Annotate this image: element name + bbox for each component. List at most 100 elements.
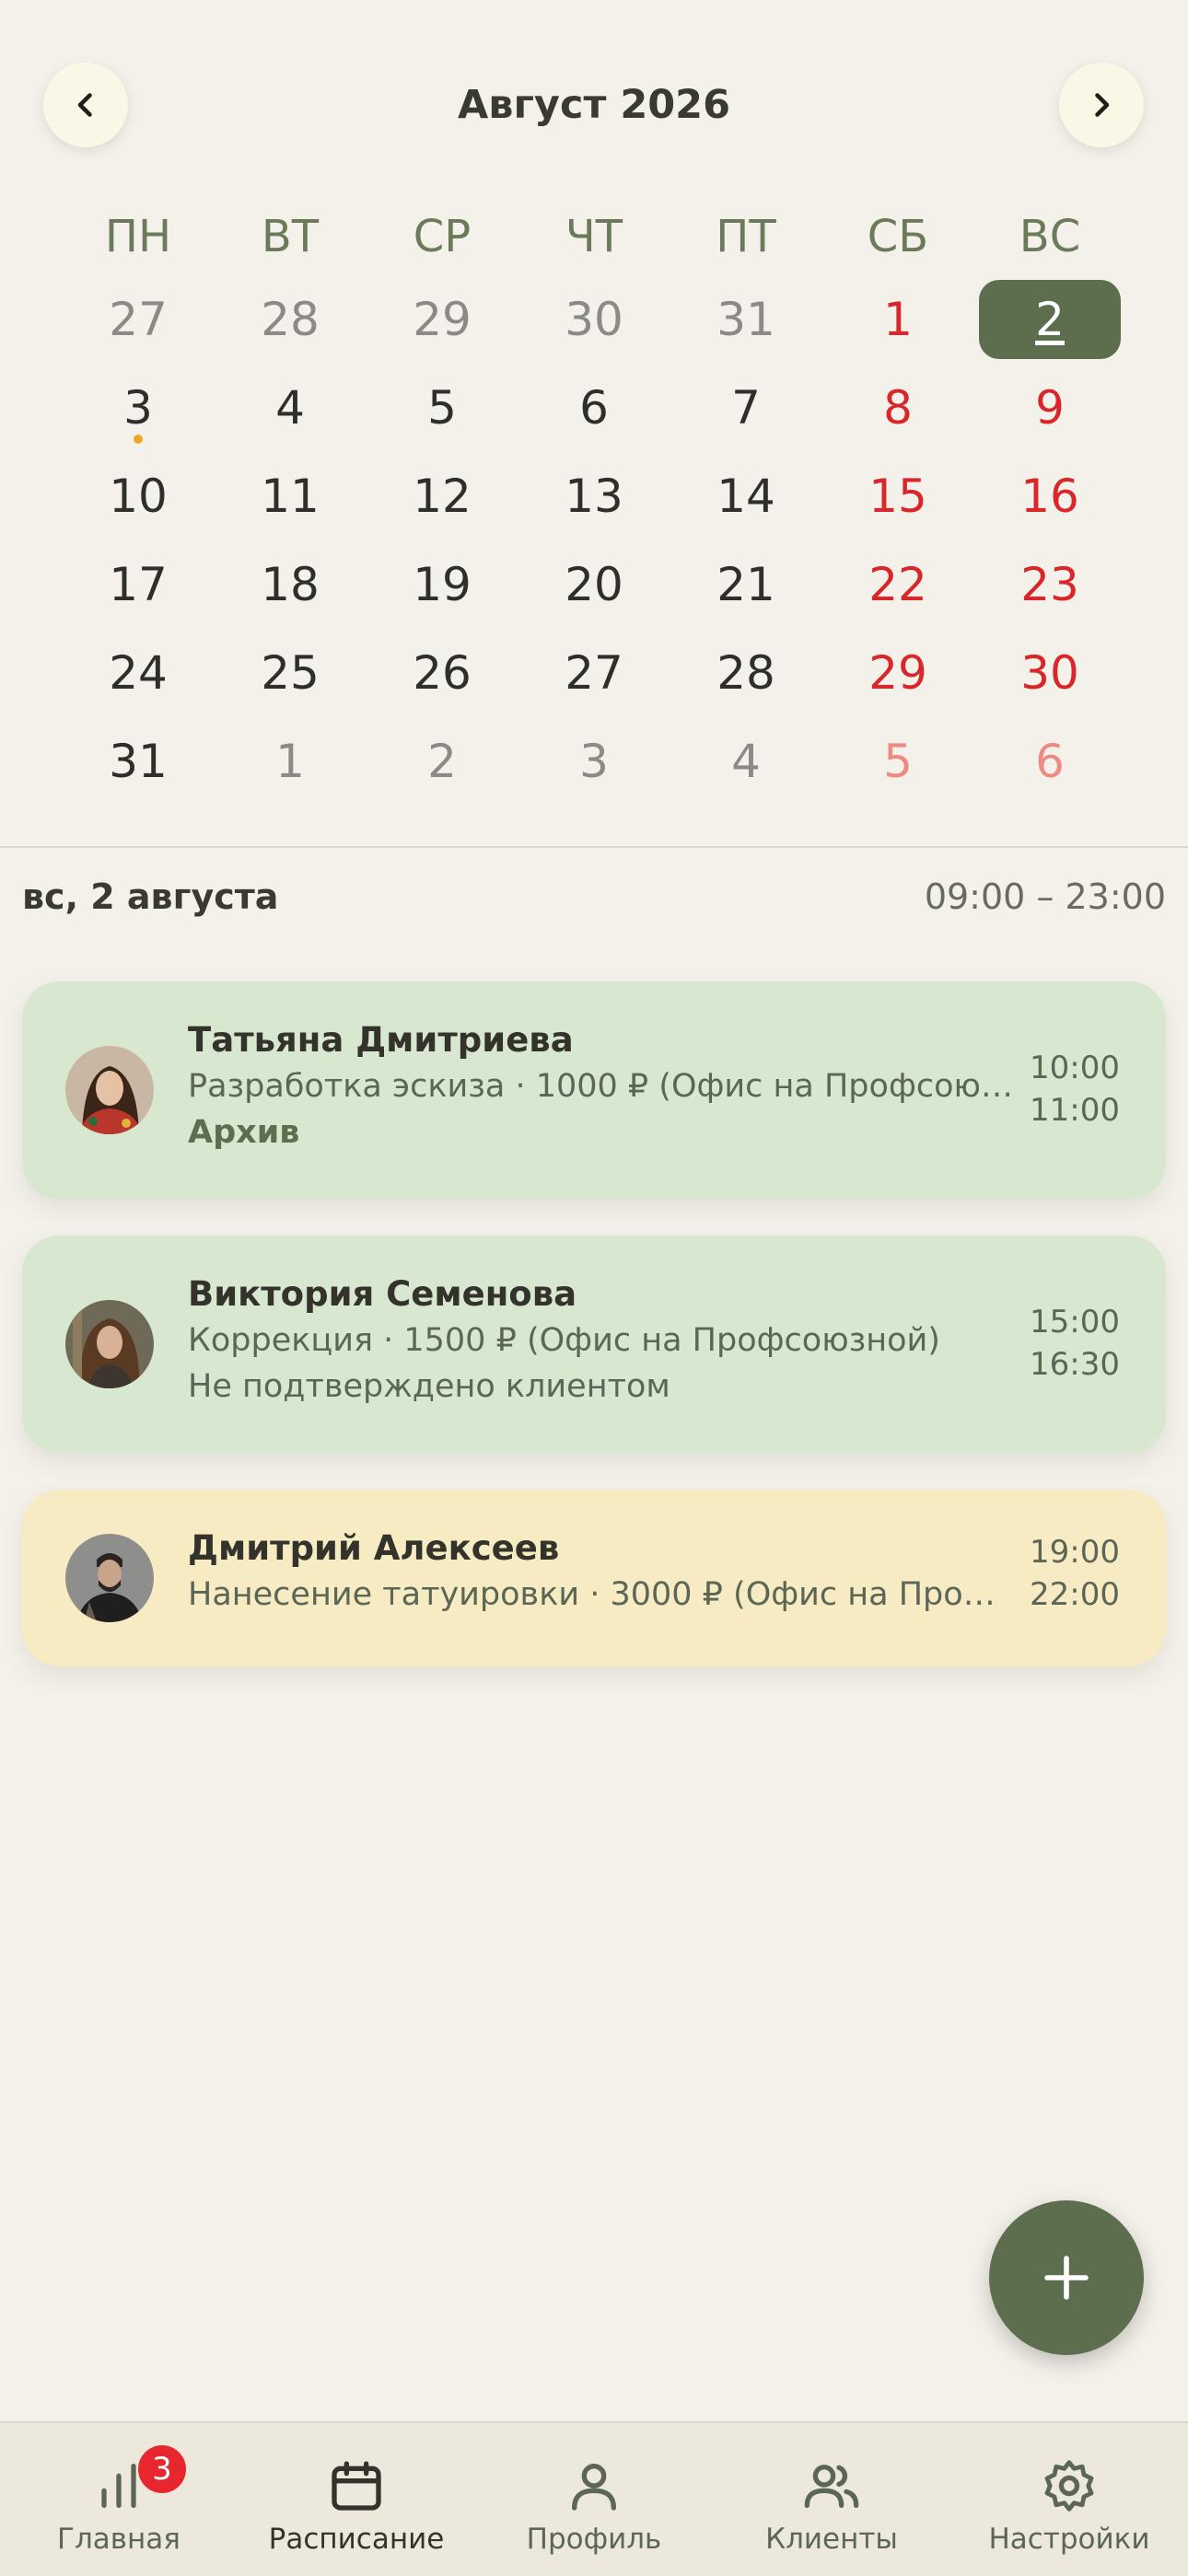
nav-clients[interactable]: Клиенты (713, 2423, 950, 2576)
calendar-day[interactable]: 6 (523, 368, 665, 447)
calendar-day[interactable]: 5 (371, 368, 513, 447)
calendar-day[interactable]: 17 (67, 545, 209, 624)
calendar-day[interactable]: 27 (67, 280, 209, 359)
notification-badge: 3 (138, 2445, 186, 2493)
day-number: 5 (427, 381, 457, 435)
nav-label: Клиенты (765, 2523, 898, 2556)
calendar-day[interactable]: 14 (675, 457, 817, 536)
day-number: 16 (1020, 470, 1079, 523)
day-number: 20 (565, 558, 623, 611)
weekday-wed: СР (413, 211, 472, 262)
calendar-day[interactable]: 22 (827, 545, 969, 624)
day-number: 29 (413, 293, 472, 346)
calendar-day[interactable]: 5 (827, 722, 969, 801)
weekday-tue: ВТ (261, 211, 320, 262)
calendar-day[interactable]: 1 (827, 280, 969, 359)
calendar-day[interactable]: 26 (371, 633, 513, 713)
nav-schedule[interactable]: Расписание (238, 2423, 475, 2576)
calendar-day[interactable]: 24 (67, 633, 209, 713)
client-name: Виктория Семенова (188, 1274, 577, 1314)
weekday-fri: ПТ (716, 211, 776, 262)
working-hours: 09:00 – 23:00 (924, 876, 1166, 917)
day-number: 27 (565, 646, 623, 700)
day-number: 6 (579, 381, 609, 435)
day-number: 3 (123, 381, 153, 435)
calendar-day[interactable]: 10 (67, 457, 209, 536)
calendar-day[interactable]: 29 (371, 280, 513, 359)
prev-month-button[interactable] (43, 63, 128, 147)
calendar-day[interactable]: 27 (523, 633, 665, 713)
appointment-card[interactable]: Татьяна Дмитриева Разработка эскиза · 10… (22, 981, 1166, 1199)
day-number: 3 (579, 735, 609, 788)
day-number: 7 (731, 381, 761, 435)
calendar-day[interactable]: 4 (219, 368, 361, 447)
start-time: 10:00 (1030, 1050, 1120, 1086)
calendar-day-selected[interactable]: 2 (979, 280, 1121, 359)
calendar-day[interactable]: 16 (979, 457, 1121, 536)
nav-label: Профиль (526, 2523, 662, 2556)
avatar (65, 1534, 154, 1622)
client-name: Дмитрий Алексеев (188, 1528, 560, 1568)
calendar-day[interactable]: 20 (523, 545, 665, 624)
end-time: 16:30 (1030, 1346, 1120, 1383)
appointment-card[interactable]: Дмитрий Алексеев Нанесение татуировки · … (22, 1490, 1166, 1666)
calendar-day[interactable]: 7 (675, 368, 817, 447)
day-number: 27 (109, 293, 168, 346)
divider (0, 846, 1188, 848)
calendar-day[interactable]: 29 (827, 633, 969, 713)
next-month-button[interactable] (1059, 63, 1144, 147)
day-number: 31 (716, 293, 775, 346)
day-number: 10 (109, 470, 168, 523)
day-number: 30 (1020, 646, 1079, 700)
client-name: Татьяна Дмитриева (188, 1020, 574, 1060)
day-number: 22 (868, 558, 927, 611)
users-icon (804, 2465, 859, 2508)
calendar-day[interactable]: 11 (219, 457, 361, 536)
nav-profile[interactable]: Профиль (475, 2423, 713, 2576)
calendar-day[interactable]: 31 (675, 280, 817, 359)
plus-icon (1044, 2256, 1089, 2300)
calendar-day[interactable]: 21 (675, 545, 817, 624)
calendar-day[interactable]: 13 (523, 457, 665, 536)
calendar-day[interactable]: 12 (371, 457, 513, 536)
day-number: 23 (1020, 558, 1079, 611)
calendar-day[interactable]: 19 (371, 545, 513, 624)
calendar-day[interactable]: 2 (371, 722, 513, 801)
calendar-day[interactable]: 9 (979, 368, 1121, 447)
appointment-status: Не подтверждено клиентом (188, 1368, 670, 1405)
avatar (65, 1046, 154, 1134)
weekday-sat: СБ (867, 211, 929, 262)
event-dot-indicator (134, 435, 143, 444)
calendar-day[interactable]: 3 (523, 722, 665, 801)
chevron-left-icon (77, 93, 92, 117)
day-number: 17 (109, 558, 168, 611)
calendar-day[interactable]: 30 (979, 633, 1121, 713)
calendar-day[interactable]: 28 (219, 280, 361, 359)
end-time: 22:00 (1030, 1576, 1120, 1613)
calendar-day[interactable]: 15 (827, 457, 969, 536)
day-number: 9 (1035, 381, 1065, 435)
day-number: 28 (716, 646, 775, 700)
calendar-day[interactable]: 30 (523, 280, 665, 359)
service-description: Нанесение татуировки · 3000 ₽ (Офис на П… (188, 1576, 1017, 1613)
calendar-day[interactable]: 31 (67, 722, 209, 801)
calendar-day[interactable]: 25 (219, 633, 361, 713)
person-icon (572, 2464, 616, 2511)
appointment-card[interactable]: Виктория Семенова Коррекция · 1500 ₽ (Оф… (22, 1236, 1166, 1453)
calendar-day[interactable]: 23 (979, 545, 1121, 624)
calendar-day[interactable]: 8 (827, 368, 969, 447)
calendar-day[interactable]: 6 (979, 722, 1121, 801)
day-number: 24 (109, 646, 168, 700)
calendar-day[interactable]: 28 (675, 633, 817, 713)
nav-settings[interactable]: Настройки (950, 2423, 1188, 2576)
calendar-day[interactable]: 1 (219, 722, 361, 801)
end-time: 11:00 (1030, 1092, 1120, 1129)
calendar-icon (332, 2461, 381, 2511)
day-number: 1 (883, 293, 913, 346)
nav-home[interactable]: 3 Главная (0, 2423, 238, 2576)
calendar-day[interactable]: 3 (67, 368, 209, 447)
calendar-day[interactable]: 18 (219, 545, 361, 624)
day-number: 5 (883, 735, 913, 788)
calendar-day[interactable]: 4 (675, 722, 817, 801)
add-appointment-button[interactable] (989, 2200, 1144, 2355)
